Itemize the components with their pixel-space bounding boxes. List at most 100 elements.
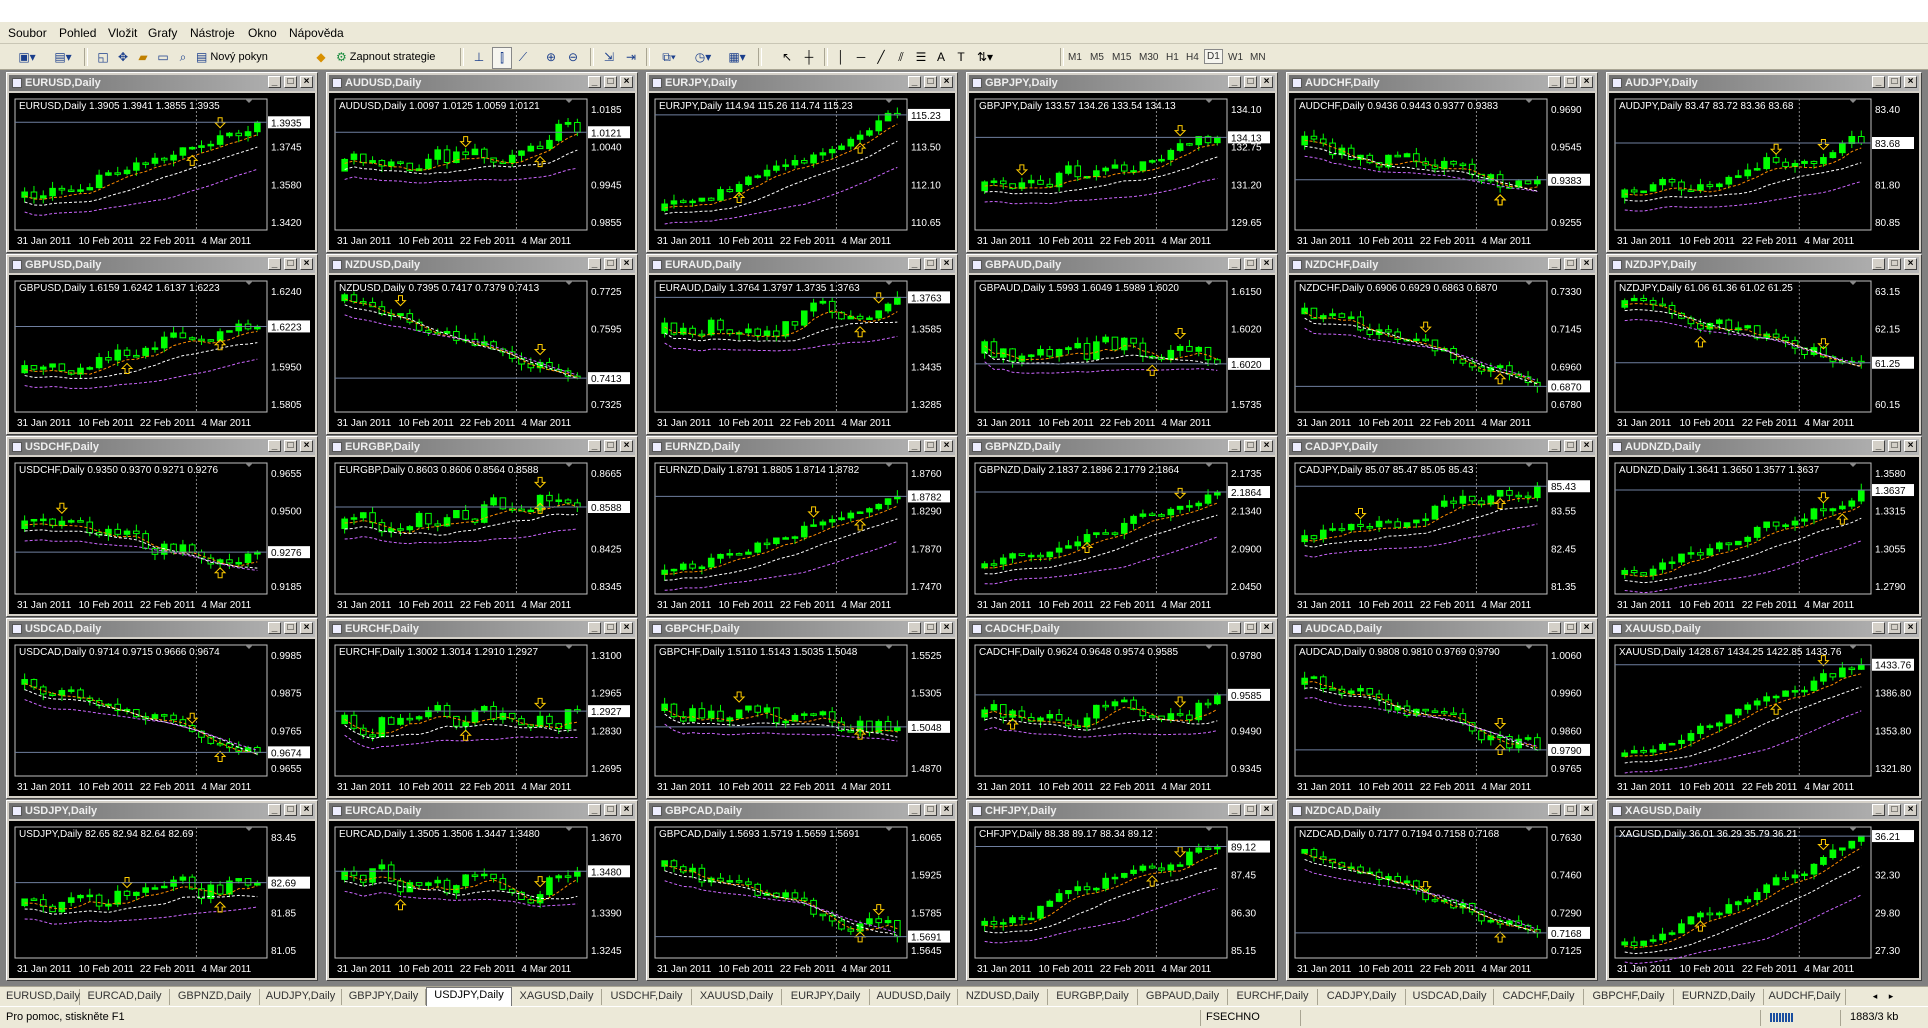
- periods-icon[interactable]: ◷▾: [690, 47, 716, 67]
- chart-canvas[interactable]: 0.9585 0.9780 0.9490 0.9345 31 Jan 2011 10 Fe…: [969, 639, 1275, 796]
- minimize-button[interactable]: _: [1228, 804, 1241, 816]
- minimize-button[interactable]: _: [908, 258, 921, 270]
- chart-window[interactable]: USDCHF,Daily _ □ × 0.9276 0.9655 0.9500 0.9185 3…: [6, 436, 318, 617]
- menu-tools[interactable]: Nástroje: [190, 26, 235, 40]
- chart-window[interactable]: EURCHF,Daily _ □ × 1.2927 1.3100 1.2965 1.2830 1…: [326, 618, 638, 799]
- chart-tab[interactable]: USDCAD,Daily: [1406, 989, 1494, 1005]
- maximize-button[interactable]: □: [1888, 76, 1901, 88]
- chart-window-titlebar[interactable]: XAUUSD,Daily _ □ ×: [1609, 621, 1919, 637]
- maximize-button[interactable]: □: [924, 804, 937, 816]
- chart-window[interactable]: CADJPY,Daily _ □ × 85.43 83.55 82.45 81.35 31 Ja…: [1286, 436, 1598, 617]
- cursor-icon[interactable]: ↖: [778, 47, 796, 67]
- timeframe-m5[interactable]: M5: [1088, 51, 1106, 64]
- minimize-button[interactable]: _: [1228, 258, 1241, 270]
- timeframe-w1[interactable]: W1: [1226, 51, 1245, 64]
- minimize-button[interactable]: _: [268, 440, 281, 452]
- arrows-icon[interactable]: ⇅▾: [972, 47, 998, 67]
- maximize-button[interactable]: □: [1564, 804, 1577, 816]
- close-button[interactable]: ×: [940, 622, 953, 634]
- maximize-button[interactable]: □: [284, 440, 297, 452]
- chart-canvas[interactable]: 1.3935 1.3745 1.3580 1.3420 31 Jan 2011 10 Fe…: [9, 93, 315, 250]
- chart-window[interactable]: NZDCAD,Daily _ □ × 0.7168 0.7630 0.7460 0.7290 0…: [1286, 800, 1598, 981]
- maximize-button[interactable]: □: [1244, 258, 1257, 270]
- maximize-button[interactable]: □: [924, 440, 937, 452]
- maximize-button[interactable]: □: [1564, 440, 1577, 452]
- chart-tab[interactable]: GBPNZD,Daily: [170, 989, 260, 1005]
- maximize-button[interactable]: □: [284, 622, 297, 634]
- maximize-button[interactable]: □: [1244, 76, 1257, 88]
- chart-tab[interactable]: XAGUSD,Daily: [512, 989, 602, 1005]
- close-button[interactable]: ×: [300, 622, 313, 634]
- chart-canvas[interactable]: 1.3480 1.3670 1.3390 1.3245 31 Jan 2011 10 Fe…: [329, 821, 635, 978]
- minimize-button[interactable]: _: [1872, 76, 1885, 88]
- close-button[interactable]: ×: [940, 440, 953, 452]
- chart-window[interactable]: NZDCHF,Daily _ □ × 0.6870 0.7330 0.7145 0.6960 0…: [1286, 254, 1598, 435]
- close-button[interactable]: ×: [1904, 258, 1917, 270]
- close-button[interactable]: ×: [1904, 804, 1917, 816]
- chart-window-titlebar[interactable]: EURAUD,Daily _ □ ×: [649, 257, 955, 273]
- chart-tab[interactable]: CADJPY,Daily: [1318, 989, 1406, 1005]
- chart-window[interactable]: GBPUSD,Daily _ □ × 1.6223 1.6240 1.5950 1.5805 3…: [6, 254, 318, 435]
- minimize-button[interactable]: _: [588, 258, 601, 270]
- maximize-button[interactable]: □: [924, 258, 937, 270]
- close-button[interactable]: ×: [1580, 622, 1593, 634]
- text-label-icon[interactable]: T: [952, 47, 970, 67]
- minimize-button[interactable]: _: [1228, 440, 1241, 452]
- chart-window-titlebar[interactable]: AUDNZD,Daily _ □ ×: [1609, 439, 1919, 455]
- chart-window[interactable]: AUDCAD,Daily _ □ × 0.9790 1.0060 0.9960 0.9860 0…: [1286, 618, 1598, 799]
- vertical-line-icon[interactable]: │: [832, 47, 850, 67]
- maximize-button[interactable]: □: [1888, 804, 1901, 816]
- templates-icon[interactable]: ▦▾: [724, 47, 750, 67]
- chart-canvas[interactable]: 0.9383 0.9690 0.9545 0.9255 31 Jan 2011 10 Fe…: [1289, 93, 1595, 250]
- chart-canvas[interactable]: 1.0121 1.0185 1.0040 0.9945 0.9855 31 Jan 201…: [329, 93, 635, 250]
- chart-window[interactable]: EURNZD,Daily _ □ × 1.8782 1.8760 1.8290 1.7870 1…: [646, 436, 958, 617]
- maximize-button[interactable]: □: [924, 76, 937, 88]
- timeframe-h4[interactable]: H4: [1184, 51, 1201, 64]
- chart-window-titlebar[interactable]: GBPAUD,Daily _ □ ×: [969, 257, 1275, 273]
- maximize-button[interactable]: □: [604, 440, 617, 452]
- chart-window[interactable]: EURJPY,Daily _ □ × 115.23 113.50 112.10 110.65 3…: [646, 72, 958, 253]
- chart-window[interactable]: EURAUD,Daily _ □ × 1.3763 1.3585 1.3435 1.3285 3…: [646, 254, 958, 435]
- chart-window-titlebar[interactable]: GBPCAD,Daily _ □ ×: [649, 803, 955, 819]
- minimize-button[interactable]: _: [268, 622, 281, 634]
- chart-canvas[interactable]: 115.23 113.50 112.10 110.65 31 Jan 2011 10 Fe…: [649, 93, 955, 250]
- close-button[interactable]: ×: [1904, 440, 1917, 452]
- chart-window[interactable]: USDJPY,Daily _ □ × 82.69 83.45 81.85 81.05 31 Ja…: [6, 800, 318, 981]
- maximize-button[interactable]: □: [604, 258, 617, 270]
- chart-window-titlebar[interactable]: EURCAD,Daily _ □ ×: [329, 803, 635, 819]
- maximize-button[interactable]: □: [1888, 258, 1901, 270]
- chart-canvas[interactable]: 89.12 87.45 86.30 85.15 31 Jan 2011 10 Feb 20…: [969, 821, 1275, 978]
- chart-tab[interactable]: EURGBP,Daily: [1048, 989, 1138, 1005]
- trendline-icon[interactable]: ╱: [872, 47, 890, 67]
- chart-canvas[interactable]: 1.6020 1.6150 1.6020 1.5735 31 Jan 2011 10 Fe…: [969, 275, 1275, 432]
- chart-window-titlebar[interactable]: USDCHF,Daily _ □ ×: [9, 439, 315, 455]
- chart-window-titlebar[interactable]: AUDUSD,Daily _ □ ×: [329, 75, 635, 91]
- chart-window-titlebar[interactable]: NZDJPY,Daily _ □ ×: [1609, 257, 1919, 273]
- maximize-button[interactable]: □: [1564, 76, 1577, 88]
- auto-scroll-icon[interactable]: ⇲: [600, 47, 618, 67]
- chart-tab[interactable]: NZDUSD,Daily: [958, 989, 1048, 1005]
- chart-tab[interactable]: EURUSD,Daily: [6, 989, 80, 1005]
- zoom-out-icon[interactable]: ⊖: [564, 47, 582, 67]
- chart-canvas[interactable]: 1433.76 1386.80 1353.80 1321.80 31 Jan 2011 1…: [1609, 639, 1919, 796]
- maximize-button[interactable]: □: [924, 622, 937, 634]
- chart-canvas[interactable]: 1.5691 1.6065 1.5925 1.5785 1.5645 31 Jan 201…: [649, 821, 955, 978]
- chart-window-titlebar[interactable]: EURNZD,Daily _ □ ×: [649, 439, 955, 455]
- maximize-button[interactable]: □: [604, 76, 617, 88]
- timeframe-d1[interactable]: D1: [1204, 49, 1223, 64]
- maximize-button[interactable]: □: [284, 258, 297, 270]
- maximize-button[interactable]: □: [1564, 622, 1577, 634]
- chart-window-titlebar[interactable]: XAGUSD,Daily _ □ ×: [1609, 803, 1919, 819]
- market-watch-icon[interactable]: ◱: [94, 47, 112, 67]
- new-chart-icon[interactable]: ▣▾: [14, 47, 40, 67]
- close-button[interactable]: ×: [620, 76, 633, 88]
- auto-trading-button[interactable]: ⚙ Zapnout strategie: [336, 47, 458, 67]
- maximize-button[interactable]: □: [1564, 258, 1577, 270]
- minimize-button[interactable]: _: [1872, 440, 1885, 452]
- folder-icon[interactable]: ▰: [134, 47, 152, 67]
- minimize-button[interactable]: _: [908, 804, 921, 816]
- chart-window[interactable]: XAGUSD,Daily _ □ × 36.21 32.30 29.80 27.30 31 Ja…: [1606, 800, 1922, 981]
- maximize-button[interactable]: □: [1244, 804, 1257, 816]
- chart-window[interactable]: AUDNZD,Daily _ □ × 1.3637 1.3580 1.3315 1.3055 1…: [1606, 436, 1922, 617]
- terminal-icon[interactable]: ▭: [154, 47, 172, 67]
